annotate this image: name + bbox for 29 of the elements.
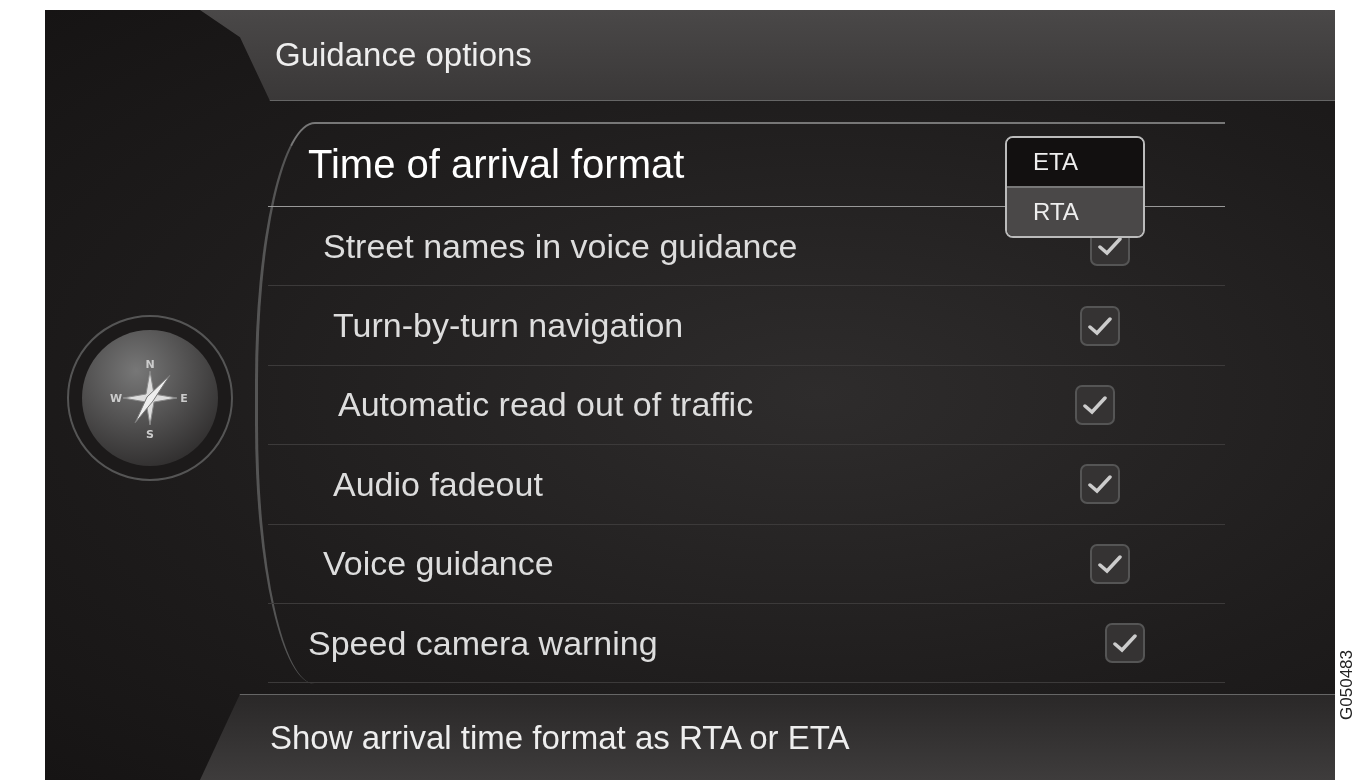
option-label: Street names in voice guidance [323, 226, 798, 266]
option-row[interactable]: Speed camera warning [268, 604, 1225, 684]
checkmark-icon [1088, 474, 1112, 495]
option-row[interactable]: Turn-by-turn navigation [268, 286, 1225, 366]
hint-text: Show arrival time format as RTA or ETA [270, 718, 850, 757]
compass-icon[interactable]: N E S W [65, 312, 235, 483]
checkbox[interactable] [1075, 384, 1115, 425]
checkmark-icon [1113, 633, 1137, 654]
option-row[interactable]: Audio fadeout [268, 445, 1225, 525]
checkmark-icon [1098, 236, 1122, 257]
option-row[interactable]: Voice guidance [268, 524, 1225, 605]
option-row[interactable]: Automatic read out of traffic [268, 365, 1225, 446]
option-label: Time of arrival format [308, 142, 685, 188]
option-label: Automatic read out of traffic [338, 385, 754, 425]
option-label: Speed camera warning [308, 623, 658, 663]
checkmark-icon [1098, 553, 1122, 574]
screen-title: Guidance options [275, 36, 532, 74]
checkbox[interactable] [1080, 464, 1120, 505]
checkmark-icon [1088, 315, 1112, 336]
dropdown-option[interactable]: ETA [1007, 137, 1143, 188]
dropdown-option[interactable]: RTA [1007, 187, 1143, 236]
option-label: Audio fadeout [333, 464, 543, 504]
figure-code: G050483 [1337, 650, 1357, 720]
option-label: Turn-by-turn navigation [333, 306, 684, 345]
option-label: Voice guidance [323, 544, 554, 584]
checkbox[interactable] [1080, 305, 1120, 346]
checkmark-icon [1083, 394, 1107, 415]
checkbox[interactable] [1090, 543, 1130, 584]
checkbox[interactable] [1105, 623, 1145, 664]
